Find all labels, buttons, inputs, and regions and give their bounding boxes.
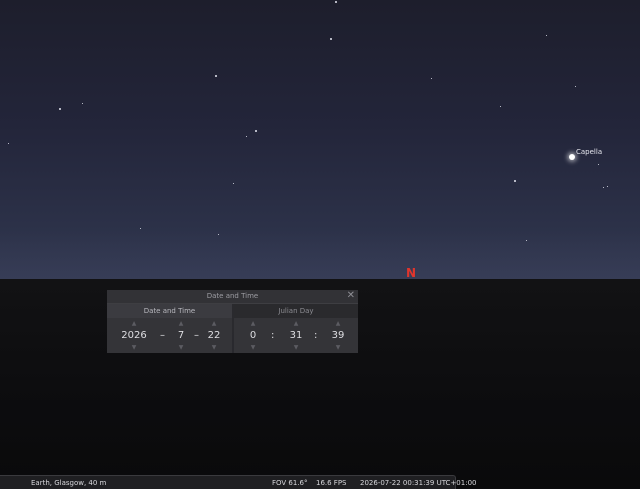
triangle-up-icon[interactable]: ▲ (117, 320, 151, 327)
time-spinners: ▲ 0 ▼ : ▲ 31 ▼ : ▲ 39 ▼ (234, 318, 358, 353)
triangle-down-icon[interactable]: ▼ (328, 344, 348, 351)
triangle-up-icon[interactable]: ▲ (243, 320, 263, 327)
fps-readout: 16.6 FPS (316, 479, 347, 487)
status-bar: Earth, Glasgow, 40 m FOV 61.6° 16.6 FPS … (0, 475, 476, 489)
horizon-glow (0, 230, 640, 279)
minute-spinner[interactable]: ▲ 31 ▼ (286, 318, 306, 353)
dialog-titlebar[interactable]: Date and Time ✕ (107, 290, 358, 304)
tab-julian-day[interactable]: Julian Day (234, 304, 358, 318)
star[interactable] (514, 180, 516, 182)
date-separator: – (194, 330, 199, 341)
triangle-down-icon[interactable]: ▼ (204, 344, 224, 351)
triangle-down-icon[interactable]: ▼ (286, 344, 306, 351)
star[interactable] (218, 234, 219, 235)
star[interactable] (255, 130, 257, 132)
star[interactable] (603, 187, 604, 188)
capella-star[interactable] (569, 154, 575, 160)
close-icon[interactable]: ✕ (347, 290, 355, 301)
star[interactable] (335, 1, 337, 3)
year-value[interactable]: 2026 (117, 330, 151, 342)
star[interactable] (598, 164, 599, 165)
star[interactable] (431, 78, 432, 79)
triangle-down-icon[interactable]: ▼ (243, 344, 263, 351)
star[interactable] (82, 103, 83, 104)
star[interactable] (526, 240, 527, 241)
date-spinners: ▲ 2026 ▼ – ▲ 7 ▼ – ▲ 22 ▼ (107, 318, 232, 353)
star[interactable] (607, 186, 608, 187)
star[interactable] (140, 228, 141, 229)
triangle-up-icon[interactable]: ▲ (171, 320, 191, 327)
star[interactable] (233, 183, 234, 184)
dialog-title: Date and Time (206, 292, 259, 300)
triangle-up-icon[interactable]: ▲ (204, 320, 224, 327)
day-value[interactable]: 22 (204, 330, 224, 342)
triangle-down-icon[interactable]: ▼ (117, 344, 151, 351)
second-value[interactable]: 39 (328, 330, 348, 342)
date-separator: – (160, 330, 165, 341)
star[interactable] (546, 35, 547, 36)
second-spinner[interactable]: ▲ 39 ▼ (328, 318, 348, 353)
star[interactable] (59, 108, 61, 110)
time-separator: : (271, 330, 275, 341)
hour-value[interactable]: 0 (243, 330, 263, 342)
year-spinner[interactable]: ▲ 2026 ▼ (117, 318, 151, 353)
star[interactable] (330, 38, 332, 40)
month-spinner[interactable]: ▲ 7 ▼ (171, 318, 191, 353)
minute-value[interactable]: 31 (286, 330, 306, 342)
hour-spinner[interactable]: ▲ 0 ▼ (243, 318, 263, 353)
capella-label: Capella (576, 148, 603, 156)
time-separator: : (314, 330, 318, 341)
date-time-dialog: Date and Time ✕ Date and Time Julian Day… (107, 290, 358, 353)
triangle-up-icon[interactable]: ▲ (328, 320, 348, 327)
day-spinner[interactable]: ▲ 22 ▼ (204, 318, 224, 353)
location-readout[interactable]: Earth, Glasgow, 40 m (31, 479, 106, 487)
tab-date-and-time[interactable]: Date and Time (107, 304, 232, 318)
north-cardinal-label: N (406, 266, 417, 280)
triangle-up-icon[interactable]: ▲ (286, 320, 306, 327)
fov-readout: FOV 61.6° (272, 479, 308, 487)
star[interactable] (246, 136, 247, 137)
triangle-down-icon[interactable]: ▼ (171, 344, 191, 351)
month-value[interactable]: 7 (171, 330, 191, 342)
star[interactable] (215, 75, 217, 77)
star[interactable] (500, 106, 501, 107)
datetime-readout[interactable]: 2026-07-22 00:31:39 UTC+01:00 (360, 479, 476, 487)
star[interactable] (8, 143, 9, 144)
star[interactable] (575, 86, 576, 87)
